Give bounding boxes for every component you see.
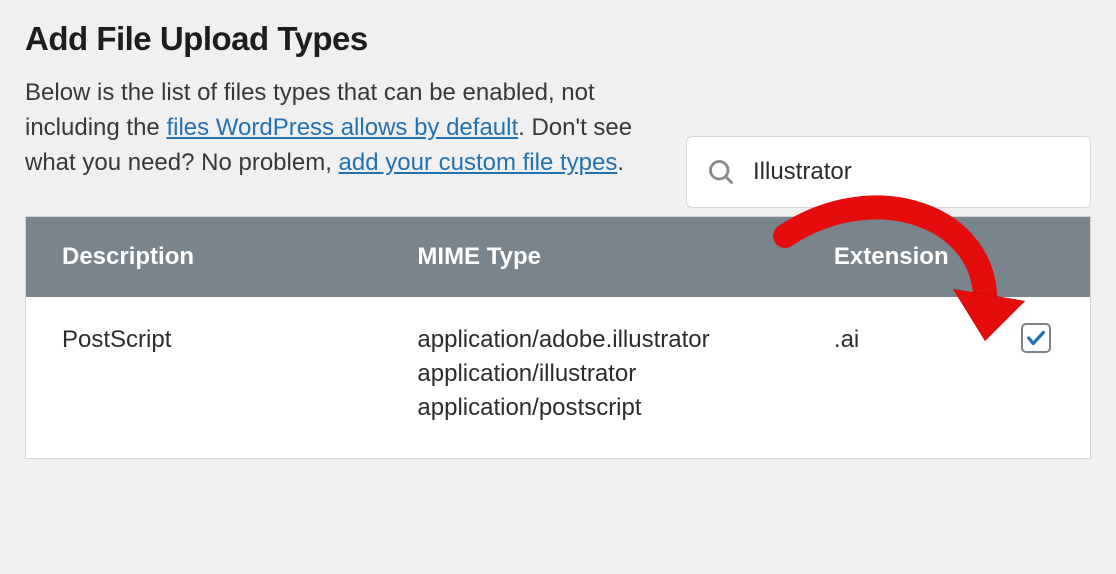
search-icon	[707, 158, 735, 186]
enable-checkbox[interactable]	[1021, 323, 1051, 353]
th-checkbox	[985, 217, 1091, 298]
cell-mime: application/adobe.illustrator applicatio…	[381, 297, 798, 458]
checkmark-icon	[1025, 327, 1047, 349]
th-mime[interactable]: MIME Type	[381, 217, 798, 298]
file-types-table: Description MIME Type Extension PostScri…	[25, 216, 1091, 459]
cell-extension: .ai	[798, 297, 985, 458]
search-wrap	[686, 136, 1091, 208]
search-input[interactable]	[753, 158, 1070, 186]
table-row: PostScript application/adobe.illustrator…	[26, 297, 1091, 458]
header-row: Below is the list of files types that ca…	[25, 76, 1091, 216]
intro-text: Below is the list of files types that ca…	[25, 76, 645, 180]
link-add-custom[interactable]: add your custom file types	[339, 149, 618, 176]
cell-checkbox	[985, 297, 1091, 458]
th-description[interactable]: Description	[26, 217, 382, 298]
table-header-row: Description MIME Type Extension	[26, 217, 1091, 298]
search-box[interactable]	[686, 136, 1091, 208]
intro-part3: .	[617, 149, 624, 176]
link-default-files[interactable]: files WordPress allows by default	[166, 114, 518, 141]
cell-description: PostScript	[26, 297, 382, 458]
th-extension[interactable]: Extension	[798, 217, 985, 298]
page-title: Add File Upload Types	[25, 20, 1091, 58]
